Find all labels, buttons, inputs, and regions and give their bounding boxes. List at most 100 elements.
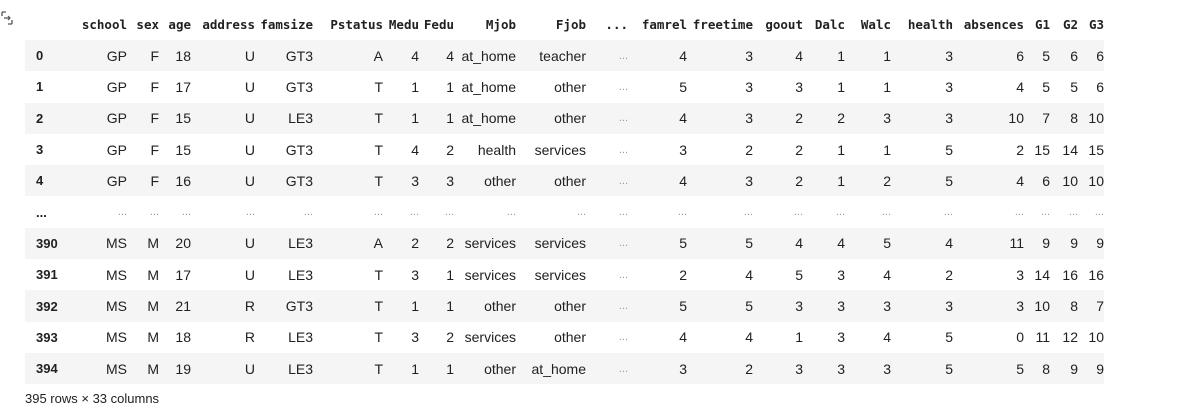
table-cell: 5: [795, 266, 803, 283]
table-cell: 4: [795, 235, 803, 252]
column-header: G2: [1062, 16, 1078, 32]
table-cell: services: [464, 266, 516, 283]
table-cell: 2: [795, 141, 803, 158]
table-cell: 1: [837, 141, 845, 158]
table-cell: 3: [679, 141, 687, 158]
row-index: 394: [36, 361, 58, 377]
table-cell: T: [374, 266, 383, 283]
table-cell: GT3: [285, 78, 313, 95]
table-row: ........................................…: [25, 196, 1104, 228]
row-index: 392: [36, 298, 58, 314]
table-cell: 9: [1096, 360, 1104, 377]
table-cell: 9: [1042, 235, 1050, 252]
table-cell: other: [484, 298, 516, 315]
column-header: goout: [765, 16, 803, 32]
table-cell: 2: [883, 172, 891, 189]
table-cell: 12: [1062, 329, 1078, 346]
table-cell: 10: [1088, 172, 1104, 189]
table-cell: 3: [411, 172, 419, 189]
table-cell: 5: [1042, 78, 1050, 95]
table-cell: ...: [618, 112, 628, 125]
table-cell: at_home: [461, 47, 516, 64]
table-cell: 5: [679, 235, 687, 252]
table-cell: 2: [446, 235, 454, 252]
table-cell: ...: [1040, 206, 1050, 219]
table-cell: GP: [106, 110, 127, 127]
table-cell: 15: [175, 141, 191, 158]
table-cell: 18: [175, 329, 191, 346]
table-cell: T: [374, 172, 383, 189]
table-row: 393 MS M 18 R LE3 T 3 2 services other... 4 4 1 3 4 5 0 11…: [25, 321, 1104, 353]
table-cell: T: [374, 78, 383, 95]
column-header: G3: [1088, 16, 1104, 32]
column-header: Walc: [860, 16, 891, 32]
table-cell: F: [150, 172, 159, 189]
table-cell: 16: [1062, 266, 1078, 283]
table-cell: 2: [1016, 141, 1024, 158]
table-cell: 11: [1035, 329, 1050, 346]
table-cell: U: [244, 141, 255, 158]
table-cell: ...: [149, 206, 159, 219]
table-cell: 1: [837, 47, 845, 64]
output-expand-icon[interactable]: [0, 10, 14, 26]
column-header: Medu: [388, 16, 419, 32]
column-header: Fedu: [423, 16, 454, 32]
column-header: school: [81, 16, 127, 32]
table-cell: F: [150, 78, 159, 95]
table-cell: A: [373, 47, 383, 64]
table-cell: 1: [837, 172, 845, 189]
row-index: 4: [36, 173, 44, 189]
table-cell: 7: [1096, 298, 1104, 315]
table-cell: ...: [618, 300, 628, 313]
table-row: 394 MS M 19 U LE3 T 1 1 other at_home... 3 2 3 3 3 5 5 8 9 9: [25, 352, 1104, 385]
table-cell: 1: [446, 298, 454, 315]
table-cell: 3: [1016, 266, 1024, 283]
row-index: 393: [36, 329, 58, 345]
table-cell: 1: [446, 360, 454, 377]
table-cell: 1: [883, 141, 891, 158]
table-cell: ...: [1094, 206, 1104, 219]
table-cell: 15: [175, 110, 191, 127]
table-cell: F: [150, 47, 159, 64]
table-cell: ...: [373, 206, 383, 219]
table-cell: other: [554, 329, 586, 346]
table-cell: GP: [106, 172, 127, 189]
table-cell: 1: [411, 78, 419, 95]
table-cell: 5: [745, 298, 753, 315]
table-cell: 5: [745, 235, 753, 252]
table-cell: 1: [883, 78, 891, 95]
table-cell: GT3: [285, 47, 313, 64]
table-cell: 2: [795, 172, 803, 189]
table-cell: 14: [1034, 266, 1050, 283]
table-row: 2 GP F 15 U LE3 T 1 1 at_home other... 4 3 2 2 3 3 10 7 8 10: [25, 102, 1104, 134]
table-cell: LE3: [288, 235, 313, 252]
row-index: 390: [36, 235, 58, 251]
table-body: 0 GP F 18 U GT3 A 4 4 at_home teacher... 4 3 4 1 1 3 6 5 6 6…: [25, 40, 1104, 385]
table-cell: 2: [945, 266, 953, 283]
table-cell: 5: [1016, 360, 1024, 377]
table-cell: 6: [1016, 47, 1024, 64]
table-cell: 4: [411, 47, 419, 64]
table-row: 390 MS M 20 U LE3 A 2 2 services services... 5 5 4 4 5 4…: [25, 227, 1104, 260]
column-header: Dalc: [814, 16, 845, 32]
table-cell: U: [244, 172, 255, 189]
table-cell: ...: [303, 206, 313, 219]
table-cell: A: [373, 235, 383, 252]
table-cell: 2: [795, 110, 803, 127]
table-row: 0 GP F 18 U GT3 A 4 4 at_home teacher... 4 3 4 1 1 3 6 5 6 6: [25, 40, 1104, 72]
table-cell: ...: [1014, 206, 1024, 219]
table-cell: ...: [117, 206, 127, 219]
table-cell: 1: [411, 360, 419, 377]
table-cell: at_home: [461, 78, 516, 95]
table-cell: LE3: [288, 329, 313, 346]
table-cell: 3: [795, 298, 803, 315]
table-cell: ...: [677, 206, 687, 219]
table-cell: 10: [1062, 172, 1078, 189]
table-cell: other: [554, 78, 586, 95]
table-cell: ...: [618, 49, 628, 62]
table-cell: ...: [618, 237, 628, 250]
table-cell: 18: [175, 47, 191, 64]
table-cell: ...: [618, 268, 628, 281]
table-row: 3 GP F 15 U GT3 T 4 2 health services... 3 2 2 1 1 5 2 15 1…: [25, 133, 1104, 166]
table-cell: 10: [1088, 110, 1104, 127]
